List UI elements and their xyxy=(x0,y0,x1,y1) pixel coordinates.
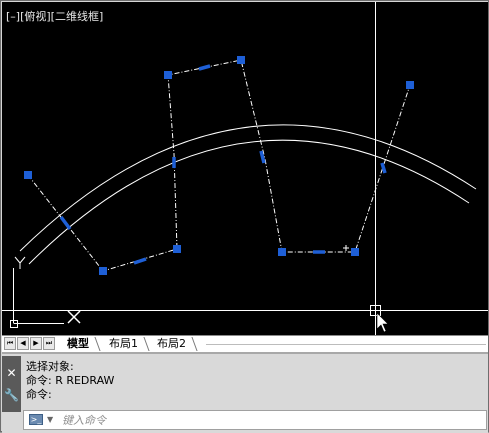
chevron-down-icon[interactable]: ▼ xyxy=(47,415,53,424)
command-input-box[interactable]: >_ ▼ xyxy=(23,410,487,430)
close-icon[interactable]: ✕ xyxy=(2,364,21,383)
last-tab-button[interactable]: ⏭ xyxy=(43,337,55,350)
vertex-grips[interactable] xyxy=(24,56,414,275)
vertex-grip[interactable] xyxy=(173,245,181,253)
command-history: 选择对象: 命令: R REDRAW 命令: xyxy=(26,360,114,402)
drawing-viewport[interactable]: [–][俯视][二维线框] xyxy=(2,2,488,335)
midpoint-grip[interactable] xyxy=(59,215,72,231)
vertex-grip[interactable] xyxy=(24,171,32,179)
tab-model[interactable]: 模型 xyxy=(60,337,94,351)
autocad-window: [–][俯视][二维线框] ⏮ ◀ ▶ ⏭ 模型 布局1 布局2 ✕ 🔧 选择对… xyxy=(0,0,489,433)
tab-layout2[interactable]: 布局2 xyxy=(150,337,191,351)
command-line-panel: ✕ 🔧 选择对象: 命令: R REDRAW 命令: >_ ▼ xyxy=(2,352,488,433)
tab-scrollbar[interactable] xyxy=(206,344,486,345)
arrow-pointer-icon xyxy=(376,312,389,333)
crosshair-cursor xyxy=(2,2,488,335)
layout-tab-bar: ⏮ ◀ ▶ ⏭ 模型 布局1 布局2 xyxy=(2,335,488,352)
drawing-canvas[interactable] xyxy=(2,2,488,335)
plus-marker xyxy=(343,245,349,251)
midpoint-grips[interactable] xyxy=(59,64,387,265)
command-side-toolbar: ✕ 🔧 xyxy=(2,356,21,412)
ucs-icon xyxy=(10,256,81,328)
midpoint-grip[interactable] xyxy=(380,162,387,174)
command-input[interactable] xyxy=(62,413,462,427)
tab-layout1[interactable]: 布局1 xyxy=(102,337,143,351)
midpoint-grip[interactable] xyxy=(133,257,147,265)
vertex-grip[interactable] xyxy=(237,56,245,64)
outer-arc[interactable] xyxy=(19,124,477,252)
midpoint-grip[interactable] xyxy=(198,64,211,71)
history-line: 命令: R REDRAW xyxy=(26,374,115,387)
viewport-controls-label[interactable]: [–][俯视][二维线框] xyxy=(6,10,103,23)
history-line: 命令: xyxy=(26,388,52,401)
history-line: 选择对象: xyxy=(26,360,74,373)
vertex-grip[interactable] xyxy=(164,71,172,79)
previous-tab-button[interactable]: ◀ xyxy=(17,337,29,350)
vertex-grip[interactable] xyxy=(278,248,286,256)
first-tab-button[interactable]: ⏮ xyxy=(4,337,16,350)
command-prompt-icon[interactable]: >_ xyxy=(29,414,43,425)
inner-arc[interactable] xyxy=(28,139,470,265)
selected-polyline[interactable] xyxy=(27,59,411,272)
wrench-icon[interactable]: 🔧 xyxy=(2,386,21,405)
next-tab-button[interactable]: ▶ xyxy=(30,337,42,350)
vertex-grip[interactable] xyxy=(406,81,414,89)
vertex-grip[interactable] xyxy=(351,248,359,256)
vertex-grip[interactable] xyxy=(99,267,107,275)
